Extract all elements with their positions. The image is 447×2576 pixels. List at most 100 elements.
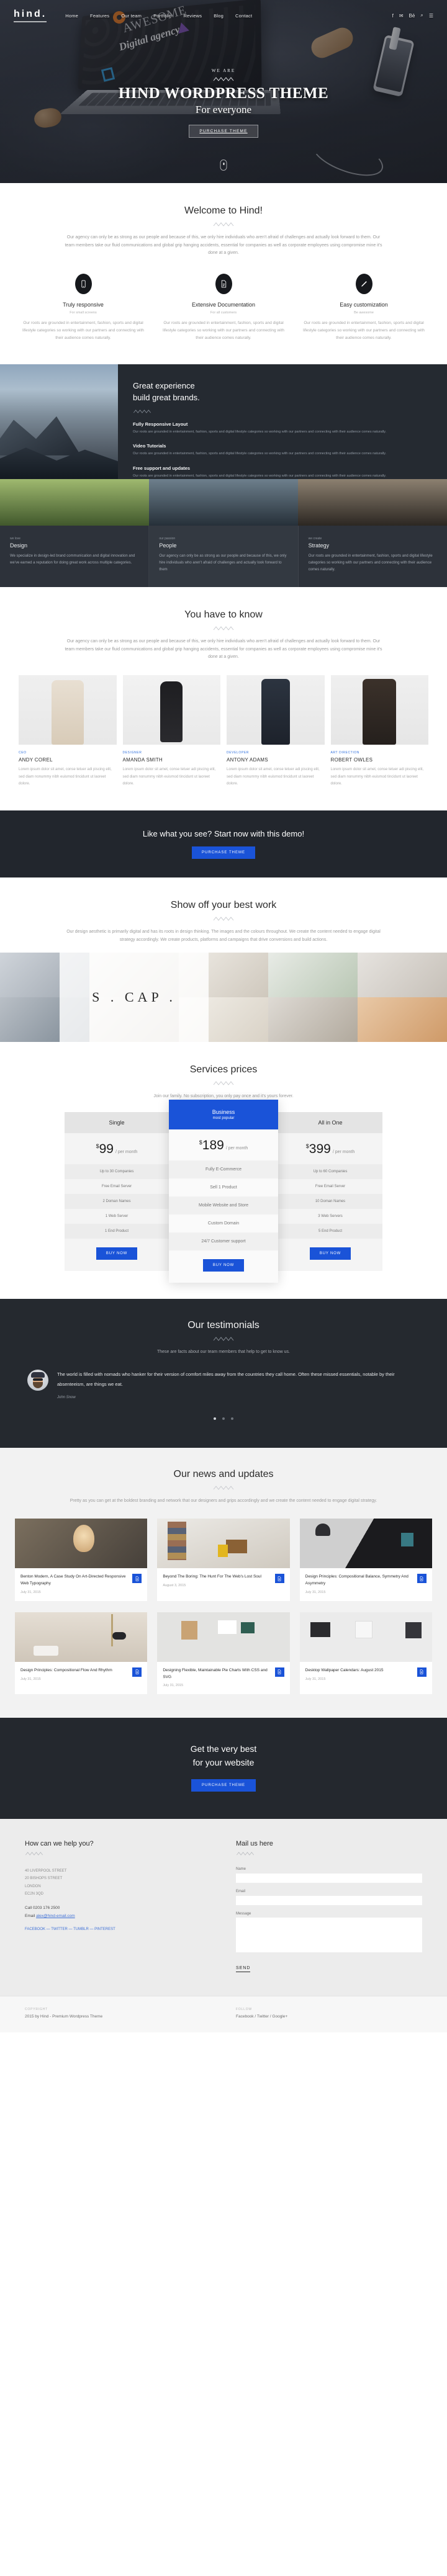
contact-info-column: How can we help you? 40 LIVERPOOL STREET… — [25, 1840, 211, 1972]
nav-item-blog[interactable]: Blog — [214, 13, 224, 19]
nav-item-portfolio[interactable]: Portfolio — [153, 13, 171, 19]
great-item-text: Our roots are grounded in entertainment,… — [133, 452, 387, 456]
triptych-column-design: we love Design We specialize in design-l… — [0, 525, 150, 588]
carousel-dot[interactable] — [222, 1417, 225, 1420]
zigzag-divider-icon — [213, 77, 234, 81]
menu-icon[interactable]: ☰ — [429, 13, 433, 19]
plan-name: Business — [212, 1108, 235, 1115]
triptych-text: Our agency can only be as strong as our … — [159, 554, 287, 572]
carousel-dots[interactable] — [19, 1412, 428, 1423]
nav-social-icons: f ✉ Bē ⌕ ☰ — [392, 12, 433, 19]
feature-text: Our roots are grounded in entertainment,… — [163, 320, 284, 340]
testimonials-subtitle: These are facts about our team members t… — [156, 1349, 290, 1354]
main-navigation: hind. Home Features Our team Portfolio R… — [0, 0, 447, 22]
team-member-card[interactable]: ART DIRECTION ROBERT OWLES Lorem ipsum d… — [330, 675, 428, 788]
name-input[interactable] — [236, 1873, 422, 1883]
news-card[interactable]: Design Principles: Compositional Balance… — [299, 1519, 432, 1601]
news-card[interactable]: Beyond The Boring: The Hunt For The Web'… — [157, 1519, 290, 1601]
great-item-heading: Fully Responsive Layout — [133, 421, 188, 427]
buy-now-button[interactable]: BUY NOW — [310, 1247, 351, 1260]
feature-title: Extensive Documentation — [191, 301, 256, 308]
contact-email-line: Email alex@hind-email.com — [25, 1914, 211, 1918]
plan-badge: most popular — [212, 1116, 235, 1120]
news-thumbnail — [157, 1519, 290, 1569]
team-member-name: ROBERT OWLES — [330, 756, 373, 763]
news-card-date: July 31, 2015 — [20, 1677, 41, 1681]
plan-feature: 1 Web Server — [105, 1214, 129, 1218]
portfolio-item[interactable] — [268, 997, 358, 1043]
news-card[interactable]: Design Principles: Compositional Flow An… — [15, 1612, 148, 1695]
portfolio-item[interactable] — [358, 953, 447, 998]
plan-feature: Up to 60 Companies — [278, 1164, 382, 1179]
contact-email-value[interactable]: alex@hind-email.com — [36, 1914, 75, 1918]
message-input[interactable] — [236, 1917, 422, 1952]
plan-amount: 189 — [202, 1138, 224, 1152]
news-card-date: July 31, 2015 — [305, 1677, 326, 1681]
team-member-card[interactable]: DEVELOPER ANTONY ADAMS Lorem ipsum dolor… — [227, 675, 325, 788]
news-card-date: August 3, 2015 — [163, 1584, 186, 1588]
nav-item-our-team[interactable]: Our team — [121, 13, 142, 19]
team-member-photo — [19, 675, 117, 745]
great-title-line2: build great brands. — [133, 392, 200, 402]
nav-item-contact[interactable]: Contact — [235, 13, 252, 19]
portfolio-item[interactable] — [358, 997, 447, 1043]
purchase-theme-button[interactable]: PURCHASE THEME — [189, 125, 258, 138]
facebook-icon[interactable]: f — [392, 13, 394, 19]
great-experience-content: Great experience build great brands. Ful… — [118, 364, 447, 479]
feature-item-documentation: Extensive Documentation For all customer… — [159, 273, 288, 342]
site-logo[interactable]: hind. — [14, 9, 47, 22]
plan-feature: 5 End Product — [278, 1223, 382, 1239]
nav-item-home[interactable]: Home — [65, 13, 78, 19]
carousel-dot[interactable] — [213, 1417, 216, 1420]
great-item-tutorials: Video Tutorials Our roots are grounded i… — [133, 443, 432, 457]
news-card-body: Designing Flexible, Maintainable Pie Cha… — [157, 1662, 289, 1694]
footer-follow-value[interactable]: Facebook / Twitter / Google+ — [236, 2014, 422, 2019]
search-icon[interactable]: ⌕ — [420, 12, 423, 19]
send-button[interactable]: SEND — [236, 1966, 251, 1972]
team-member-role: DEVELOPER — [227, 750, 249, 755]
team-subtitle: Our agency can only be as strong as our … — [65, 639, 382, 660]
nav-links: Home Features Our team Portfolio Reviews… — [65, 13, 392, 19]
team-member-role: DESIGNER — [122, 750, 142, 755]
plan-name: All in One — [278, 1111, 382, 1133]
team-member-card[interactable]: DESIGNER AMANDA SMITH Lorem ipsum dolor … — [122, 675, 220, 788]
form-field-email: Email — [236, 1890, 422, 1906]
contact-phone-value[interactable]: 0203 176 2500 — [33, 1906, 60, 1910]
email-input[interactable] — [236, 1895, 422, 1905]
pricing-section: Services prices Join our family. No subs… — [0, 1042, 447, 1299]
team-member-name: ANDY COREL — [19, 756, 53, 763]
news-thumbnail — [299, 1612, 432, 1662]
contact-social-text[interactable]: FACEBOOK — TWITTER — TUMBLR — PINTEREST — [25, 1928, 115, 1931]
news-card[interactable]: Desktop Wallpaper Calendars: August 2015… — [299, 1612, 432, 1695]
pricing-plan-single: Single $99/ per month Up to 30 Companies… — [65, 1111, 169, 1271]
twitter-icon[interactable]: ✉ — [399, 13, 404, 19]
portfolio-item[interactable] — [268, 953, 358, 998]
demo-purchase-button[interactable]: PURCHASE THEME — [192, 846, 255, 859]
document-icon — [215, 273, 232, 294]
triptych-column-people: our passion People Our agency can only b… — [149, 525, 299, 588]
carousel-dot[interactable] — [231, 1417, 234, 1420]
behance-icon[interactable]: Bē — [409, 13, 415, 19]
nav-item-features[interactable]: Features — [90, 13, 109, 19]
testimonial-author: John Snow — [57, 1395, 76, 1399]
feature-subtitle: For small screens — [70, 310, 97, 315]
buy-now-button[interactable]: BUY NOW — [203, 1259, 244, 1272]
buy-now-button[interactable]: BUY NOW — [96, 1247, 137, 1260]
bottom-purchase-button[interactable]: PURCHASE THEME — [191, 1779, 256, 1792]
news-card-title: Desktop Wallpaper Calendars: August 2015 — [305, 1667, 384, 1672]
news-card-title: Design Principles: Compositional Balance… — [305, 1574, 409, 1586]
plan-price: $189/ per month — [169, 1129, 278, 1160]
testimonial-item: The world is filled with nomads who hank… — [19, 1370, 428, 1399]
team-member-card[interactable]: CEO ANDY COREL Lorem ipsum dolor sit ame… — [19, 675, 117, 788]
scroll-down-icon[interactable] — [220, 159, 227, 171]
team-member-name: AMANDA SMITH — [122, 756, 163, 763]
plan-period: / per month — [225, 1146, 248, 1151]
nav-item-reviews[interactable]: Reviews — [183, 13, 202, 19]
document-icon — [132, 1574, 142, 1584]
news-card[interactable]: Benton Modern, A Case Study On Art-Direc… — [15, 1519, 148, 1601]
plan-feature: 24/7 Customer support — [169, 1232, 278, 1250]
portfolio-subtitle: Our design aesthetic is primarily digita… — [66, 929, 381, 942]
bottom-cta-section: Get the very best for your website PURCH… — [0, 1718, 447, 1819]
news-card[interactable]: Designing Flexible, Maintainable Pie Cha… — [157, 1612, 290, 1695]
hero-content: WE ARE HIND WORDPRESS THEME For everyone… — [0, 68, 447, 138]
